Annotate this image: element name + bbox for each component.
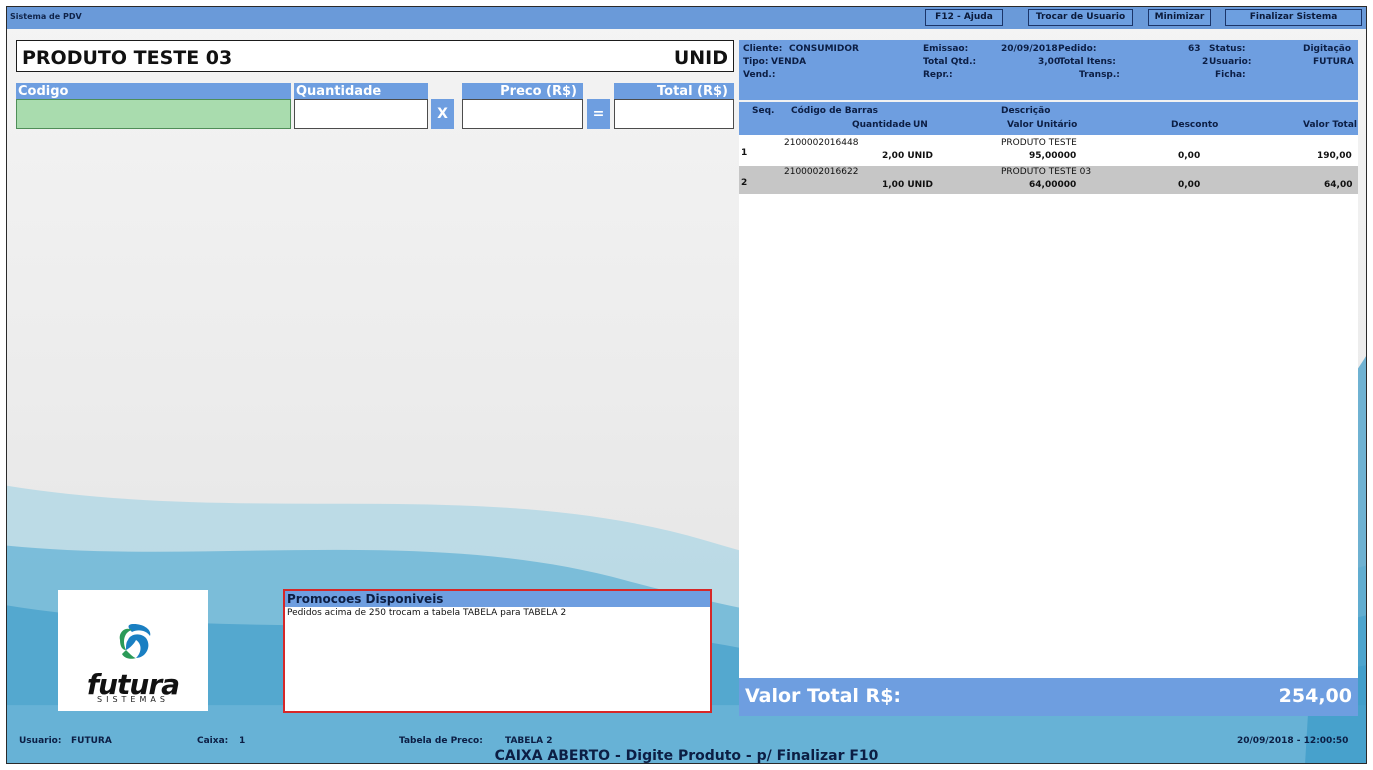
total-itens-value: 2 bbox=[1202, 57, 1209, 67]
minimize-button[interactable]: Minimizar bbox=[1148, 9, 1211, 26]
exit-system-button[interactable]: Finalizar Sistema bbox=[1225, 9, 1362, 26]
quantidade-label: Quantidade bbox=[294, 83, 428, 100]
pdv-window: Sistema de PDV F12 - Ajuda Trocar de Usu… bbox=[6, 6, 1367, 764]
row-valor-total: 190,00 bbox=[1317, 151, 1352, 161]
col-quantidade: Quantidade bbox=[852, 120, 911, 130]
title-bar: Sistema de PDV F12 - Ajuda Trocar de Usu… bbox=[7, 7, 1366, 29]
product-display: PRODUTO TESTE 03 UNID bbox=[16, 40, 734, 72]
items-table[interactable]: Seq. Código de Barras Descrição Quantida… bbox=[739, 102, 1358, 678]
col-valor-unitario: Valor Unitário bbox=[1007, 120, 1078, 130]
row-quantidade: 2,00 UNID bbox=[882, 151, 933, 161]
tipo-label: Tipo: bbox=[743, 57, 769, 67]
total-input[interactable] bbox=[614, 99, 734, 129]
table-row[interactable]: 1 2100002016448 PRODUTO TESTE 2,00 UNID … bbox=[739, 137, 1358, 165]
col-valor-total: Valor Total bbox=[1303, 120, 1357, 130]
cliente-value: CONSUMIDOR bbox=[789, 44, 859, 54]
total-itens-label: Total Itens: bbox=[1059, 57, 1116, 67]
vend-label: Vend.: bbox=[743, 70, 776, 80]
status-caixa-label: Caixa: bbox=[197, 736, 229, 746]
logo-sub: SISTEMAS bbox=[97, 695, 169, 704]
status-tabela-label: Tabela de Preco: bbox=[399, 736, 483, 746]
usuario-value: FUTURA bbox=[1313, 57, 1354, 67]
grand-total-bar: Valor Total R$: 254,00 bbox=[739, 678, 1358, 716]
row-descricao: PRODUTO TESTE 03 bbox=[1001, 167, 1092, 177]
repr-label: Repr.: bbox=[923, 70, 953, 80]
total-label: Total (R$) bbox=[614, 83, 734, 100]
promotions-text: Pedidos acima de 250 trocam a tabela TAB… bbox=[287, 608, 567, 618]
col-un: UN bbox=[913, 120, 928, 130]
codigo-label: Codigo bbox=[16, 83, 291, 100]
status-datetime: 20/09/2018 - 12:00:50 bbox=[1237, 736, 1349, 746]
col-descricao: Descrição bbox=[1001, 106, 1051, 116]
cliente-label: Cliente: bbox=[743, 44, 783, 54]
col-barcode: Código de Barras bbox=[791, 106, 878, 116]
tipo-value: VENDA bbox=[771, 57, 807, 67]
status-usuario-value: FUTURA bbox=[71, 736, 112, 746]
row-barcode: 2100002016448 bbox=[784, 138, 859, 148]
row-descricao: PRODUTO TESTE bbox=[1001, 138, 1077, 148]
grand-total-value: 254,00 bbox=[1278, 685, 1352, 707]
row-valor-unitario: 64,00000 bbox=[1029, 180, 1077, 190]
col-desconto: Desconto bbox=[1171, 120, 1219, 130]
row-desconto: 0,00 bbox=[1178, 180, 1201, 190]
futura-mark-icon bbox=[119, 624, 151, 659]
product-name: PRODUTO TESTE 03 bbox=[22, 47, 233, 69]
window-title: Sistema de PDV bbox=[10, 12, 82, 21]
promotions-panel: Promocoes Disponiveis Pedidos acima de 2… bbox=[283, 589, 712, 713]
row-desconto: 0,00 bbox=[1178, 151, 1201, 161]
emissao-label: Emissao: bbox=[923, 44, 969, 54]
usuario-label: Usuario: bbox=[1209, 57, 1252, 67]
row-barcode: 2100002016622 bbox=[784, 167, 859, 177]
futura-logo: futura SISTEMAS bbox=[58, 590, 208, 711]
codigo-input[interactable] bbox=[16, 99, 291, 129]
total-qtd-label: Total Qtd.: bbox=[923, 57, 977, 67]
row-quantidade: 1,00 UNID bbox=[882, 180, 933, 190]
status-message: CAIXA ABERTO - Digite Produto - p/ Final… bbox=[494, 748, 879, 764]
promotions-title: Promocoes Disponiveis bbox=[285, 591, 710, 607]
emissao-value: 20/09/2018 bbox=[1001, 44, 1058, 54]
col-seq: Seq. bbox=[752, 106, 775, 116]
equals-sign: = bbox=[587, 99, 610, 129]
pedido-label: Pedido: bbox=[1058, 44, 1097, 54]
status-usuario-label: Usuario: bbox=[19, 736, 62, 746]
ficha-label: Ficha: bbox=[1215, 70, 1246, 80]
grand-total-label: Valor Total R$: bbox=[745, 685, 902, 707]
preco-input[interactable] bbox=[462, 99, 583, 129]
preco-label: Preco (R$) bbox=[462, 83, 583, 100]
quantidade-input[interactable] bbox=[294, 99, 428, 129]
product-unit: UNID bbox=[673, 47, 728, 69]
switch-user-button[interactable]: Trocar de Usuario bbox=[1028, 9, 1133, 26]
status-label: Status: bbox=[1209, 44, 1246, 54]
multiply-sign: X bbox=[431, 99, 454, 129]
sale-info-header: Cliente: CONSUMIDOR Tipo: VENDA Vend.: E… bbox=[739, 40, 1358, 100]
row-seq: 1 bbox=[741, 148, 748, 158]
status-value: Digitação bbox=[1303, 44, 1352, 54]
status-caixa-value: 1 bbox=[239, 736, 246, 746]
status-tabela-value: TABELA 2 bbox=[505, 736, 553, 746]
table-row[interactable]: 2 2100002016622 PRODUTO TESTE 03 1,00 UN… bbox=[739, 166, 1358, 194]
row-seq: 2 bbox=[741, 178, 748, 188]
table-header: Seq. Código de Barras Descrição Quantida… bbox=[739, 102, 1358, 135]
row-valor-unitario: 95,00000 bbox=[1029, 151, 1077, 161]
help-button[interactable]: F12 - Ajuda bbox=[925, 9, 1003, 26]
transp-label: Transp.: bbox=[1079, 70, 1120, 80]
pedido-value: 63 bbox=[1188, 44, 1201, 54]
row-valor-total: 64,00 bbox=[1324, 180, 1353, 190]
total-qtd-value: 3,00 bbox=[1038, 57, 1061, 67]
